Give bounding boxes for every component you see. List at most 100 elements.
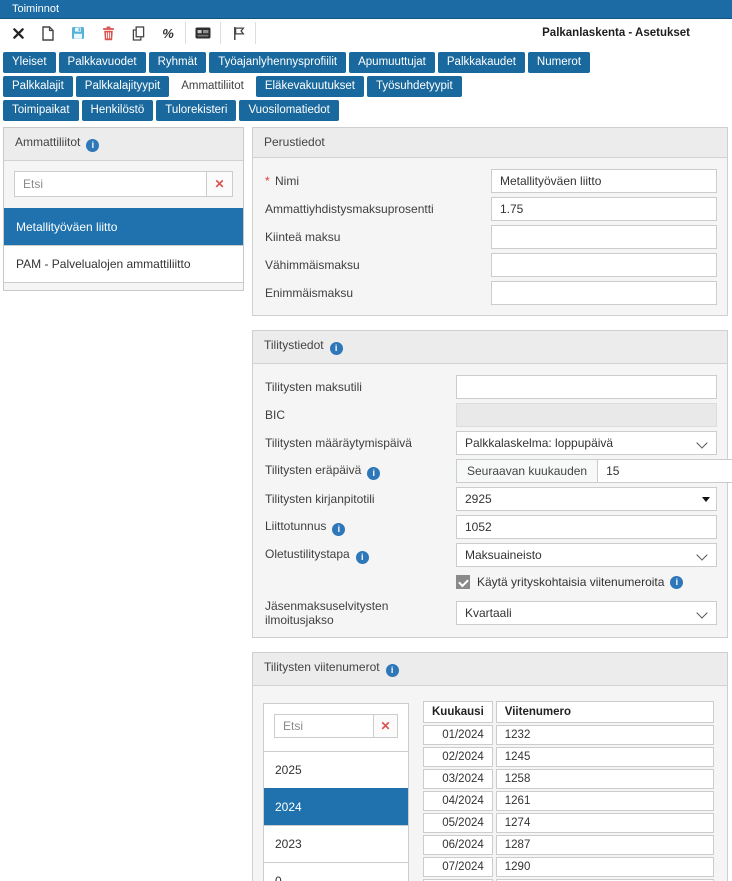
new-document-icon[interactable] <box>33 21 63 45</box>
tab-ty-suhdetyypit[interactable]: Työsuhdetyypit <box>367 76 462 97</box>
year-search-wrap: ✕ <box>264 704 408 751</box>
year-list-item[interactable]: 2025 <box>264 751 408 788</box>
card-icon[interactable] <box>188 21 218 45</box>
reference-number-cell[interactable]: 1232 <box>496 725 714 745</box>
tab-toimipaikat[interactable]: Toimipaikat <box>3 100 79 121</box>
select-value: Kvartaali <box>465 606 512 620</box>
tilitysten-m-r-ytymisp-iv-select[interactable]: Palkkalaskelma: loppupäivä <box>456 431 717 455</box>
window-title-bar: Toiminnot <box>0 0 732 19</box>
combo-dropdown-icon[interactable] <box>695 488 716 510</box>
j-senmaksuselvitysten-ilmoitusjakso-select[interactable]: Kvartaali <box>456 601 717 625</box>
info-icon[interactable]: i <box>86 139 99 152</box>
save-icon[interactable] <box>63 21 93 45</box>
table-row: 04/20241261 <box>423 791 714 811</box>
tab-ryhm-t[interactable]: Ryhmät <box>149 52 207 73</box>
table-row: 03/20241258 <box>423 769 714 789</box>
info-icon[interactable]: i <box>332 523 345 536</box>
tab-ammattiliitot[interactable]: Ammattiliitot <box>172 76 253 97</box>
tab-ty-ajanlyhennysprofiilit[interactable]: Työajanlyhennysprofiilit <box>209 52 346 73</box>
tab-row: PalkkalajitPalkkalajityypitAmmattiliitot… <box>3 76 729 97</box>
tab-vuosilomatiedot[interactable]: Vuosilomatiedot <box>239 100 338 121</box>
field-row-ammattiyhdistysmaksuprosentti: Ammattiyhdistysmaksuprosentti <box>263 197 717 221</box>
oletustilitystapa-select[interactable]: Maksuaineisto <box>456 543 717 567</box>
tab-apumuuttujat[interactable]: Apumuuttujat <box>349 52 435 73</box>
tab-henkil-st[interactable]: Henkilöstö <box>82 100 154 121</box>
toolbar-icon-group: % <box>3 21 258 45</box>
field-control <box>456 375 717 399</box>
ammattiyhdistysmaksuprosentti-input[interactable] <box>491 197 717 221</box>
tab-tulorekisteri[interactable]: Tulorekisteri <box>156 100 236 121</box>
field-row-tilitysten-er-p-iv: Tilitysten eräpäiväiSeuraavan kuukaudenp… <box>263 459 717 483</box>
field-control: Palkkalaskelma: loppupäivä <box>456 431 717 455</box>
info-icon[interactable]: i <box>670 576 683 589</box>
reference-number-cell[interactable]: 1245 <box>496 747 714 767</box>
field-label: Enimmäismaksu <box>263 286 491 300</box>
reference-number-cell[interactable]: 1258 <box>496 769 714 789</box>
reference-number-cell[interactable]: 1290 <box>496 857 714 877</box>
union-search-clear-icon[interactable]: ✕ <box>206 171 233 197</box>
v-himm-ismaksu-input[interactable] <box>491 253 717 277</box>
liittotunnus-input[interactable] <box>456 515 717 539</box>
tab-yleiset[interactable]: Yleiset <box>3 52 56 73</box>
info-icon[interactable]: i <box>330 342 343 355</box>
month-cell: 03/2024 <box>423 769 493 789</box>
info-icon[interactable]: i <box>386 664 399 677</box>
toolbar-separator <box>255 22 256 44</box>
year-list-item[interactable]: 2024 <box>264 788 408 825</box>
union-list-item[interactable]: PAM - Palvelualojen ammattiliitto <box>4 245 243 283</box>
nimi-input[interactable] <box>491 169 717 193</box>
tab-palkkalajit[interactable]: Palkkalajit <box>3 76 73 97</box>
tab-el-kevakuutukset[interactable]: Eläkevakuutukset <box>256 76 364 97</box>
info-icon[interactable]: i <box>367 467 380 480</box>
year-list-item[interactable]: 0 <box>264 862 408 881</box>
tilitystiedot-header: Tilitystiedoti <box>253 331 727 364</box>
percent-icon[interactable]: % <box>153 21 183 45</box>
year-list-panel: ✕ 2025202420230 <box>263 703 409 881</box>
copy-icon[interactable] <box>123 21 153 45</box>
year-list-item[interactable]: 2023 <box>264 825 408 862</box>
field-row-v-himm-ismaksu: Vähimmäismaksu <box>263 253 717 277</box>
field-row-enimm-ismaksu: Enimmäismaksu <box>263 281 717 305</box>
month-cell: 05/2024 <box>423 813 493 833</box>
year-search-clear-icon[interactable]: ✕ <box>373 714 398 738</box>
reference-number-cell[interactable]: 1287 <box>496 835 714 855</box>
field-label: Ammattiyhdistysmaksuprosentti <box>263 202 491 216</box>
info-icon[interactable]: i <box>356 551 369 564</box>
union-search-input[interactable] <box>14 171 206 197</box>
year-search-input[interactable] <box>274 714 373 738</box>
tab-palkkakaudet[interactable]: Palkkakaudet <box>438 52 525 73</box>
field-label: Tilitysten eräpäiväi <box>263 463 456 480</box>
union-list-item[interactable]: Metallityöväen liitto <box>4 208 243 245</box>
field-control <box>491 281 717 305</box>
delete-icon[interactable] <box>93 21 123 45</box>
enimm-ismaksu-input[interactable] <box>491 281 717 305</box>
due-day-input[interactable] <box>598 459 732 483</box>
union-list-header: Ammattiliitoti <box>4 128 243 161</box>
field-label: * Nimi <box>263 174 491 188</box>
union-list: Metallityöväen liittoPAM - Palvelualojen… <box>4 208 243 283</box>
tab-palkkalajityypit[interactable]: Palkkalajityypit <box>76 76 169 97</box>
toolbar-separator <box>220 22 221 44</box>
field-row-tilitysten-maksutili: Tilitysten maksutili <box>263 375 717 399</box>
perustiedot-body: * NimiAmmattiyhdistysmaksuprosenttiKiint… <box>253 158 727 315</box>
table-header-kuukausi: Kuukausi <box>423 701 493 723</box>
tab-numerot[interactable]: Numerot <box>528 52 590 73</box>
company-reference-checkbox[interactable] <box>456 575 470 589</box>
kiinte-maksu-input[interactable] <box>491 225 717 249</box>
field-label: Vähimmäismaksu <box>263 258 491 272</box>
tilitysten-kirjanpitotili-combo-input[interactable] <box>456 487 717 511</box>
reference-number-cell[interactable]: 1261 <box>496 791 714 811</box>
field-label: Liittotunnusi <box>263 519 456 536</box>
close-icon[interactable] <box>3 21 33 45</box>
field-control <box>491 253 717 277</box>
tilitysten-maksutili-input[interactable] <box>456 375 717 399</box>
field-control <box>456 515 717 539</box>
tab-palkkavuodet[interactable]: Palkkavuodet <box>59 52 146 73</box>
perustiedot-header: Perustiedot <box>253 128 727 158</box>
checkbox-label: Käytä yrityskohtaisia viitenumeroita <box>477 575 664 589</box>
flag-icon[interactable] <box>223 21 253 45</box>
field-control <box>491 169 717 193</box>
table-row: 01/20241232 <box>423 725 714 745</box>
reference-number-cell[interactable]: 1274 <box>496 813 714 833</box>
field-control <box>456 487 717 511</box>
